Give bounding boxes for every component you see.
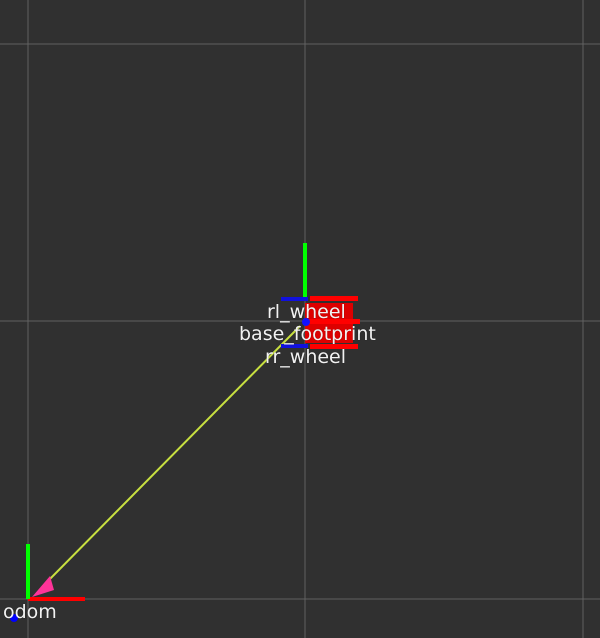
3d-viewport[interactable]: rl_wheel base_footprint rr_wheel odom <box>0 0 600 638</box>
tf-link <box>32 325 301 597</box>
frame-label-rr-wheel: rr_wheel <box>265 346 347 368</box>
frame-label-rl-wheel: rl_wheel <box>267 301 346 323</box>
frame-label-odom: odom <box>3 601 57 623</box>
frame-label-base-footprint: base_footprint <box>239 323 376 345</box>
tf-link-line <box>43 325 301 586</box>
tf-link-arrowhead <box>32 576 54 597</box>
